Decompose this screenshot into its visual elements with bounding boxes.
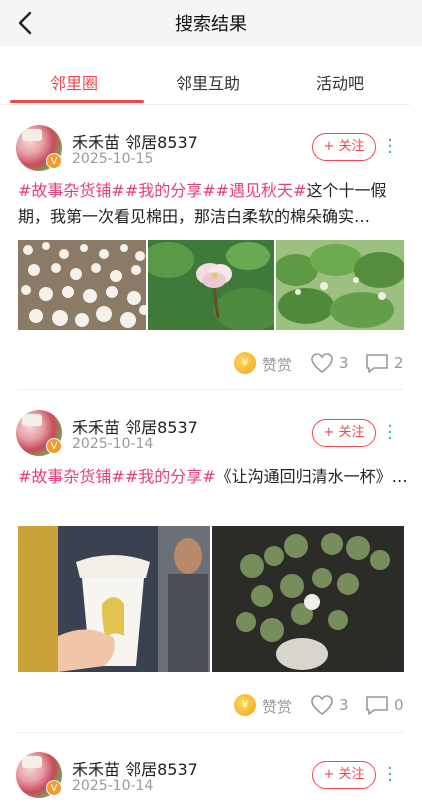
tab-bar: 邻里圈 邻里互助 活动吧 — [0, 58, 422, 106]
cotton-flower-photo — [148, 240, 274, 330]
follow-button[interactable]: + 关注 — [312, 419, 376, 447]
divider — [18, 389, 404, 390]
post-text[interactable]: #故事杂货铺##我的分享##遇见秋天#这个十一假期，我第一次看见棉田，那洁白柔软… — [18, 178, 408, 230]
coin-icon[interactable]: ¥ — [234, 694, 256, 716]
post-image[interactable] — [148, 240, 274, 330]
reward-label[interactable]: 赞赏 — [262, 696, 292, 717]
post-image[interactable] — [18, 526, 210, 672]
verified-badge-icon: V — [46, 153, 62, 169]
verified-badge-icon: V — [46, 780, 62, 796]
comment-count: 0 — [394, 696, 404, 714]
comment-count: 2 — [394, 354, 404, 372]
heart-icon[interactable] — [310, 352, 334, 374]
vertical-dots-icon[interactable]: · · · — [386, 760, 394, 790]
post-image[interactable] — [212, 526, 404, 672]
active-tab-indicator — [10, 100, 144, 103]
like-count: 3 — [339, 354, 349, 372]
divider — [0, 104, 410, 105]
verified-badge-icon: V — [46, 438, 62, 454]
heart-icon[interactable] — [310, 694, 334, 716]
post-actions: ¥ 赞赏 3 0 — [0, 694, 422, 718]
coin-icon[interactable]: ¥ — [234, 352, 256, 374]
post-image[interactable] — [276, 240, 404, 330]
post-tags[interactable]: #故事杂货铺##我的分享##遇见秋天# — [18, 181, 306, 200]
coffee-cup-photo — [18, 526, 210, 672]
cotton-plants-photo — [276, 240, 404, 330]
comment-icon[interactable] — [364, 694, 390, 716]
reward-label[interactable]: 赞赏 — [262, 354, 292, 375]
post-text[interactable]: #故事杂货铺##我的分享#《让沟通回归清水一杯》… — [18, 464, 408, 516]
divider — [18, 732, 404, 733]
tab-mutual-help[interactable]: 邻里互助 — [176, 70, 240, 94]
post-image[interactable] — [18, 240, 146, 330]
follow-button[interactable]: + 关注 — [312, 761, 376, 789]
tab-neighborhood[interactable]: 邻里圈 — [50, 70, 98, 94]
post-date: 2025-10-14 — [72, 778, 154, 794]
comment-icon[interactable] — [364, 352, 390, 374]
post-tags[interactable]: #故事杂货铺##我的分享# — [18, 467, 216, 486]
plant-vase-photo — [212, 526, 404, 672]
page-title: 搜索结果 — [175, 14, 247, 35]
vertical-dots-icon[interactable]: · · · — [386, 418, 394, 448]
vertical-dots-icon[interactable]: · · · — [386, 132, 394, 162]
follow-button[interactable]: + 关注 — [312, 133, 376, 161]
cotton-field-photo — [18, 240, 146, 330]
like-count: 3 — [339, 696, 349, 714]
tab-activities[interactable]: 活动吧 — [316, 70, 364, 94]
author-name[interactable]: 禾禾苗 邻居8537 — [72, 756, 198, 780]
post-date: 2025-10-15 — [72, 151, 154, 167]
post-actions: ¥ 赞赏 3 2 — [0, 352, 422, 376]
author-name[interactable]: 禾禾苗 邻居8537 — [72, 414, 198, 438]
post-date: 2025-10-14 — [72, 436, 154, 452]
post-body: 《让沟通回归清水一杯》… — [215, 467, 408, 486]
author-name[interactable]: 禾禾苗 邻居8537 — [72, 129, 198, 153]
top-bar: 搜索结果 — [0, 0, 422, 46]
